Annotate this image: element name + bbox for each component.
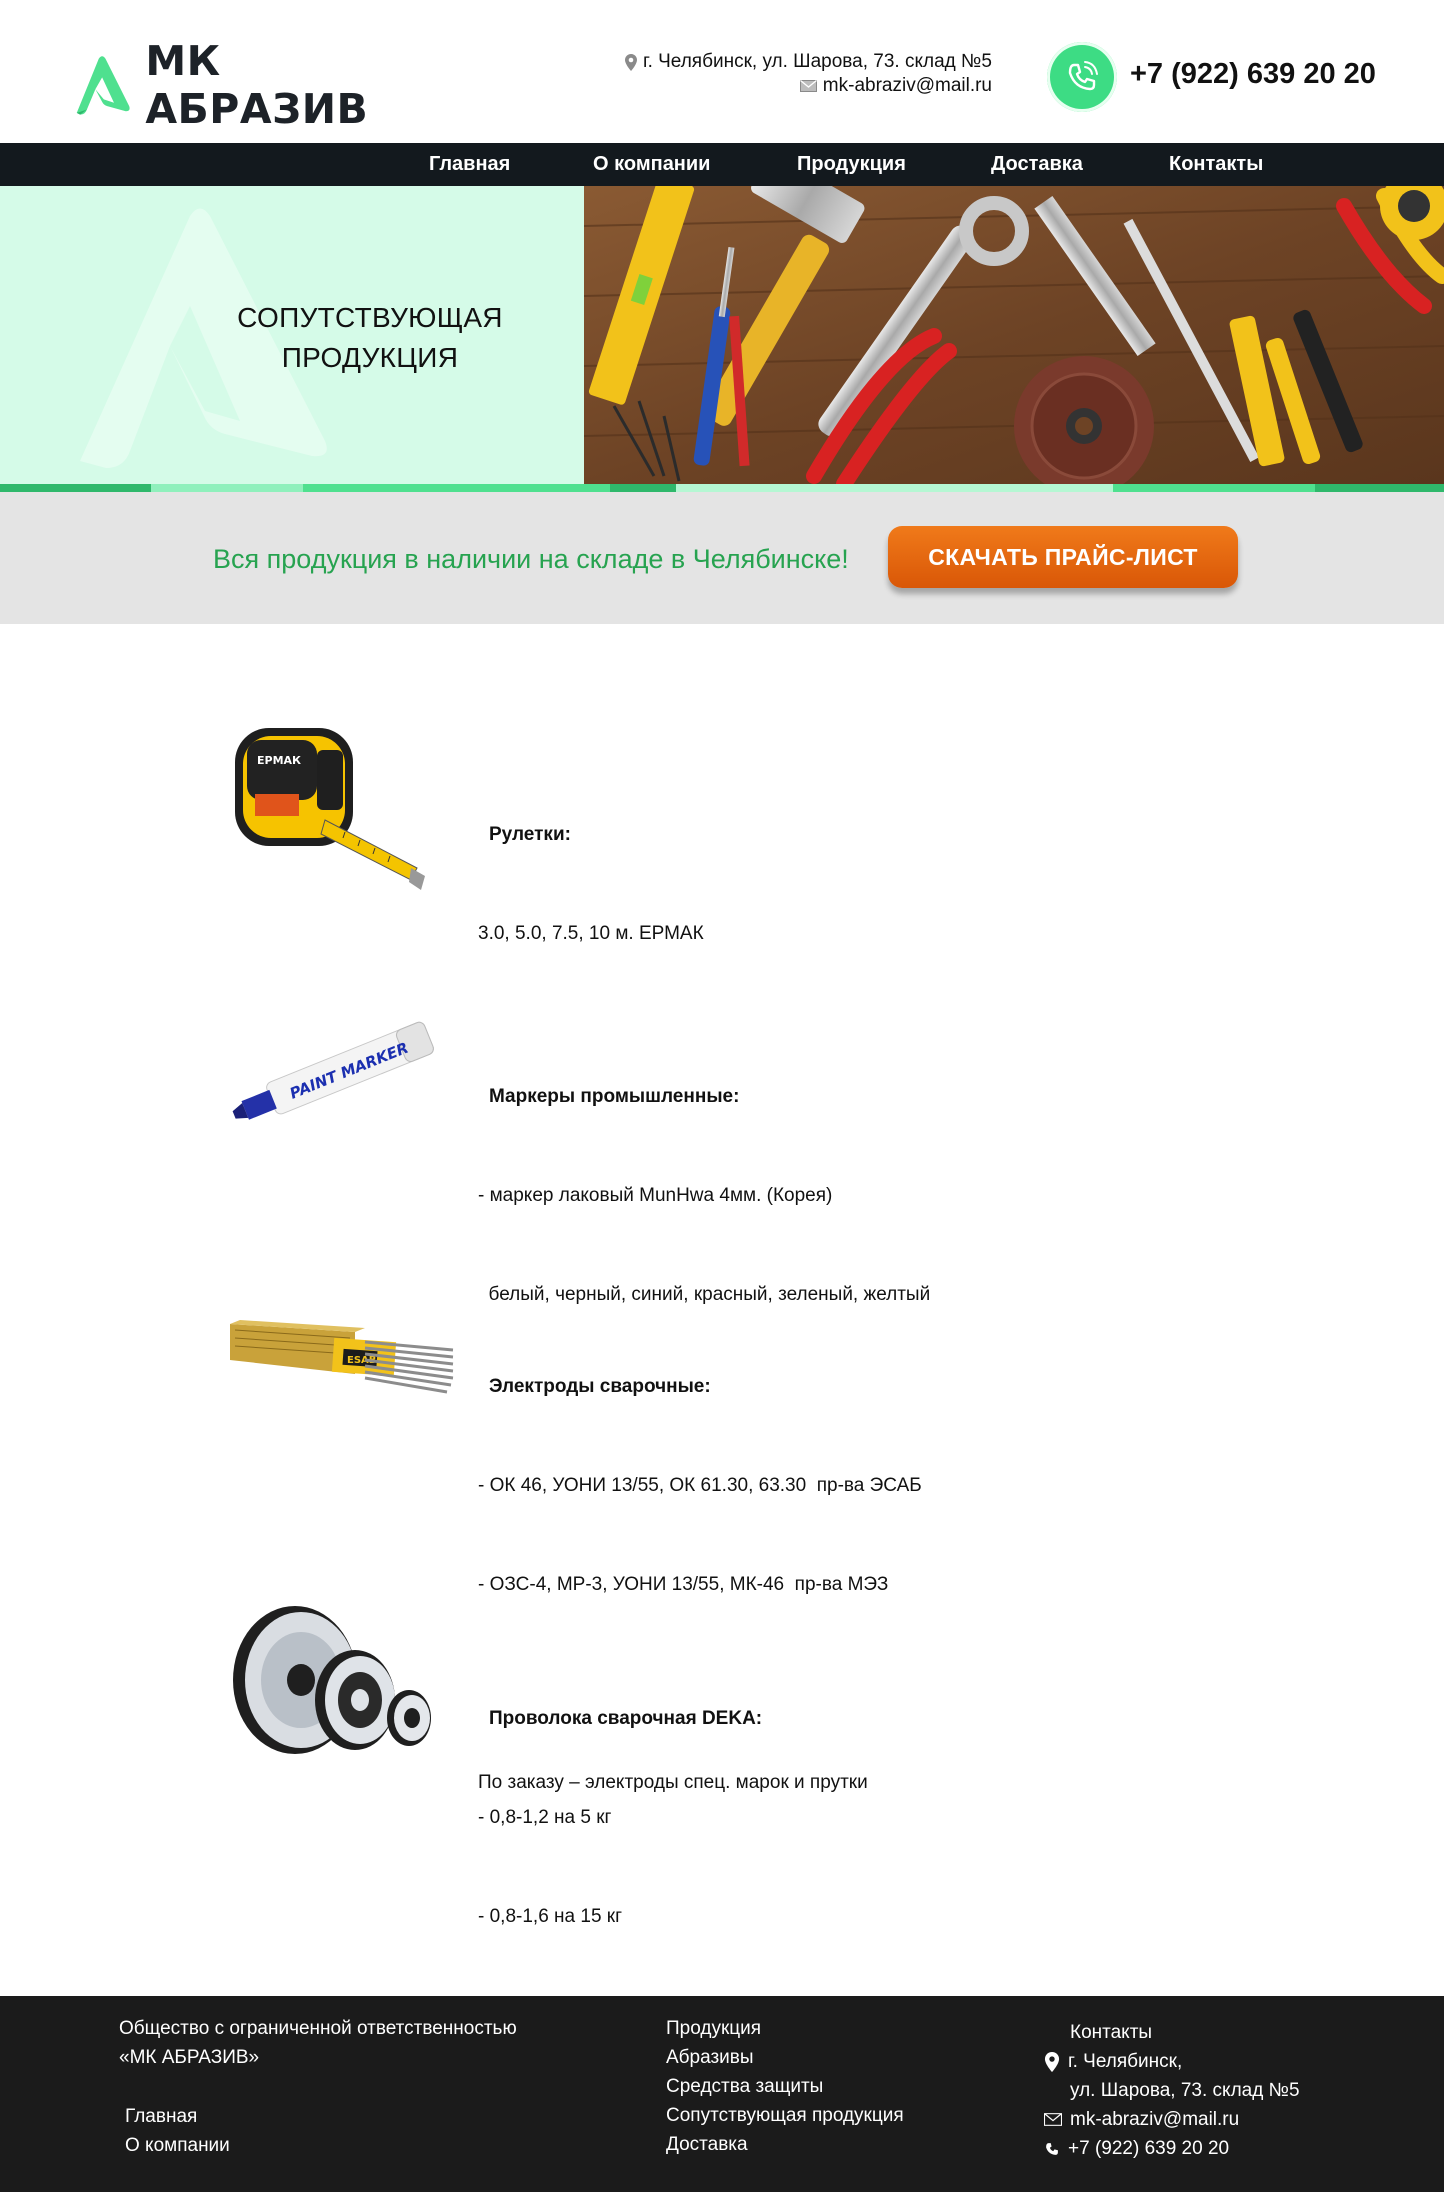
hero-title-line2: ПРОДУКЦИЯ <box>281 342 459 373</box>
footer-link-about[interactable]: О компании <box>125 2131 230 2160</box>
product-line: - ОЗС-4, МР-3, УОНИ 13/55, МК-46 пр-ва М… <box>478 1574 889 1595</box>
footer-contacts: Контакты г. Челябинск, ул. Шарова, 73. с… <box>1044 2018 1300 2163</box>
nav-item-contacts[interactable]: Контакты <box>1169 143 1263 186</box>
footer-link-home[interactable]: Главная <box>125 2102 230 2131</box>
footer-contacts-title: Контакты <box>1070 2022 1153 2043</box>
tools-hero-image <box>584 186 1444 484</box>
footer-company-line2: «МК АБРАЗИВ» <box>119 2047 260 2068</box>
phone-icon <box>1046 2142 1058 2155</box>
header-email[interactable]: mk-abraziv@mail.ru <box>625 74 992 98</box>
footer-address: г. Челябинск, <box>1044 2047 1300 2076</box>
header-email-text[interactable]: mk-abraziv@mail.ru <box>823 74 992 98</box>
paint-marker-image: PAINT MARKER <box>225 1000 455 1200</box>
footer-link-related-products[interactable]: Сопутствующая продукция <box>666 2101 904 2130</box>
footer-link-delivery[interactable]: Доставка <box>666 2130 904 2159</box>
header-address-text: г. Челябинск, ул. Шарова, 73. склад №5 <box>642 51 992 72</box>
site-header: МК АБРАЗИВ г. Челябинск, ул. Шарова, 73.… <box>0 0 1444 143</box>
nav-item-delivery[interactable]: Доставка <box>991 143 1083 186</box>
logo[interactable]: МК АБРАЗИВ <box>70 37 410 133</box>
svg-text:ЕРМАК: ЕРМАК <box>257 754 301 767</box>
footer-company-line1: Общество с ограниченной ответственностью <box>119 2018 517 2039</box>
banner-stock-text: Вся продукция в наличии на складе в Челя… <box>213 544 849 574</box>
tape-measure-text: Рулетки: 3.0, 5.0, 7.5, 10 м. ЕРМАК <box>478 752 704 1016</box>
phone-icon <box>1068 61 1098 91</box>
nav-item-about[interactable]: О компании <box>593 143 710 186</box>
footer-link-protection[interactable]: Средства защиты <box>666 2072 904 2101</box>
hero-section: СОПУТСТВУЮЩАЯ ПРОДУКЦИЯ <box>0 186 1444 492</box>
wire-spool-image <box>225 1600 455 1800</box>
location-pin-icon <box>1044 2051 1060 2072</box>
footer-company: Общество с ограниченной ответственностью… <box>119 2014 517 2072</box>
header-contacts: г. Челябинск, ул. Шарова, 73. склад №5 m… <box>624 50 992 98</box>
nav-item-products[interactable]: Продукция <box>797 143 906 186</box>
welding-electrodes-image: ESAB <box>225 1302 455 1502</box>
mail-icon <box>1044 2113 1062 2126</box>
footer-phone[interactable]: +7 (922) 639 20 20 <box>1044 2134 1300 2163</box>
price-banner: Вся продукция в наличии на складе в Челя… <box>0 492 1444 624</box>
product-title: Рулетки: <box>489 824 571 845</box>
product-line: - 0,8-1,6 на 15 кг <box>478 1906 623 1927</box>
header-phone-number[interactable]: +7 (922) 639 20 20 <box>1130 58 1376 91</box>
footer-links-left: Главная О компании <box>125 2102 230 2160</box>
footer-email[interactable]: mk-abraziv@mail.ru <box>1044 2105 1300 2134</box>
footer-link-abrasives[interactable]: Абразивы <box>666 2043 904 2072</box>
welding-wire-text: Проволока сварочная DEKA: - 0,8-1,2 на 5… <box>478 1636 762 1999</box>
nav-item-home[interactable]: Главная <box>429 143 510 186</box>
mail-icon <box>799 80 817 92</box>
logo-mark-icon <box>76 56 130 115</box>
tape-measure-image: ЕРМАК <box>225 710 455 910</box>
wire-spool-icon <box>233 1606 431 1754</box>
footer-links-middle: Продукция Абразивы Средства защиты Сопут… <box>666 2014 904 2159</box>
site-footer: Общество с ограниченной ответственностью… <box>0 1996 1444 2192</box>
product-line: 3.0, 5.0, 7.5, 10 м. ЕРМАК <box>478 923 704 944</box>
footer-address-line1: г. Челябинск, <box>1068 2051 1183 2072</box>
product-title: Электроды сварочные: <box>489 1376 711 1397</box>
location-pin-icon <box>624 53 637 71</box>
hero-title-line1: СОПУТСТВУЮЩАЯ <box>237 302 503 333</box>
hero-color-stripe <box>0 484 1444 492</box>
product-title: Маркеры промышленные: <box>489 1086 740 1107</box>
main-nav: Главная О компании Продукция Доставка Ко… <box>0 143 1444 186</box>
product-line: - ОК 46, УОНИ 13/55, ОК 61.30, 63.30 пр-… <box>478 1475 922 1496</box>
tools-illustration-icon <box>584 186 1444 484</box>
welding-electrodes-icon: ESAB <box>230 1320 454 1394</box>
footer-address-line2: ул. Шарова, 73. склад №5 <box>1070 2080 1300 2101</box>
product-line: - маркер лаковый MunHwa 4мм. (Корея) <box>478 1185 833 1206</box>
footer-email-text[interactable]: mk-abraziv@mail.ru <box>1070 2105 1239 2134</box>
hero-title-panel: СОПУТСТВУЮЩАЯ ПРОДУКЦИЯ <box>0 186 584 484</box>
footer-phone-text[interactable]: +7 (922) 639 20 20 <box>1068 2134 1229 2163</box>
tape-measure-icon: ЕРМАК <box>235 728 425 890</box>
phone-button[interactable] <box>1047 42 1117 112</box>
download-price-list-button[interactable]: СКАЧАТЬ ПРАЙС-ЛИСТ <box>888 526 1238 588</box>
paint-marker-icon: PAINT MARKER <box>232 1021 434 1120</box>
footer-link-products[interactable]: Продукция <box>666 2014 904 2043</box>
product-title: Проволока сварочная DEKA: <box>489 1708 763 1729</box>
hero-title: СОПУТСТВУЮЩАЯ ПРОДУКЦИЯ <box>170 298 570 378</box>
header-address: г. Челябинск, ул. Шарова, 73. склад №5 <box>624 50 992 74</box>
logo-text: МК АБРАЗИВ <box>145 37 369 133</box>
product-line: - 0,8-1,2 на 5 кг <box>478 1807 612 1828</box>
